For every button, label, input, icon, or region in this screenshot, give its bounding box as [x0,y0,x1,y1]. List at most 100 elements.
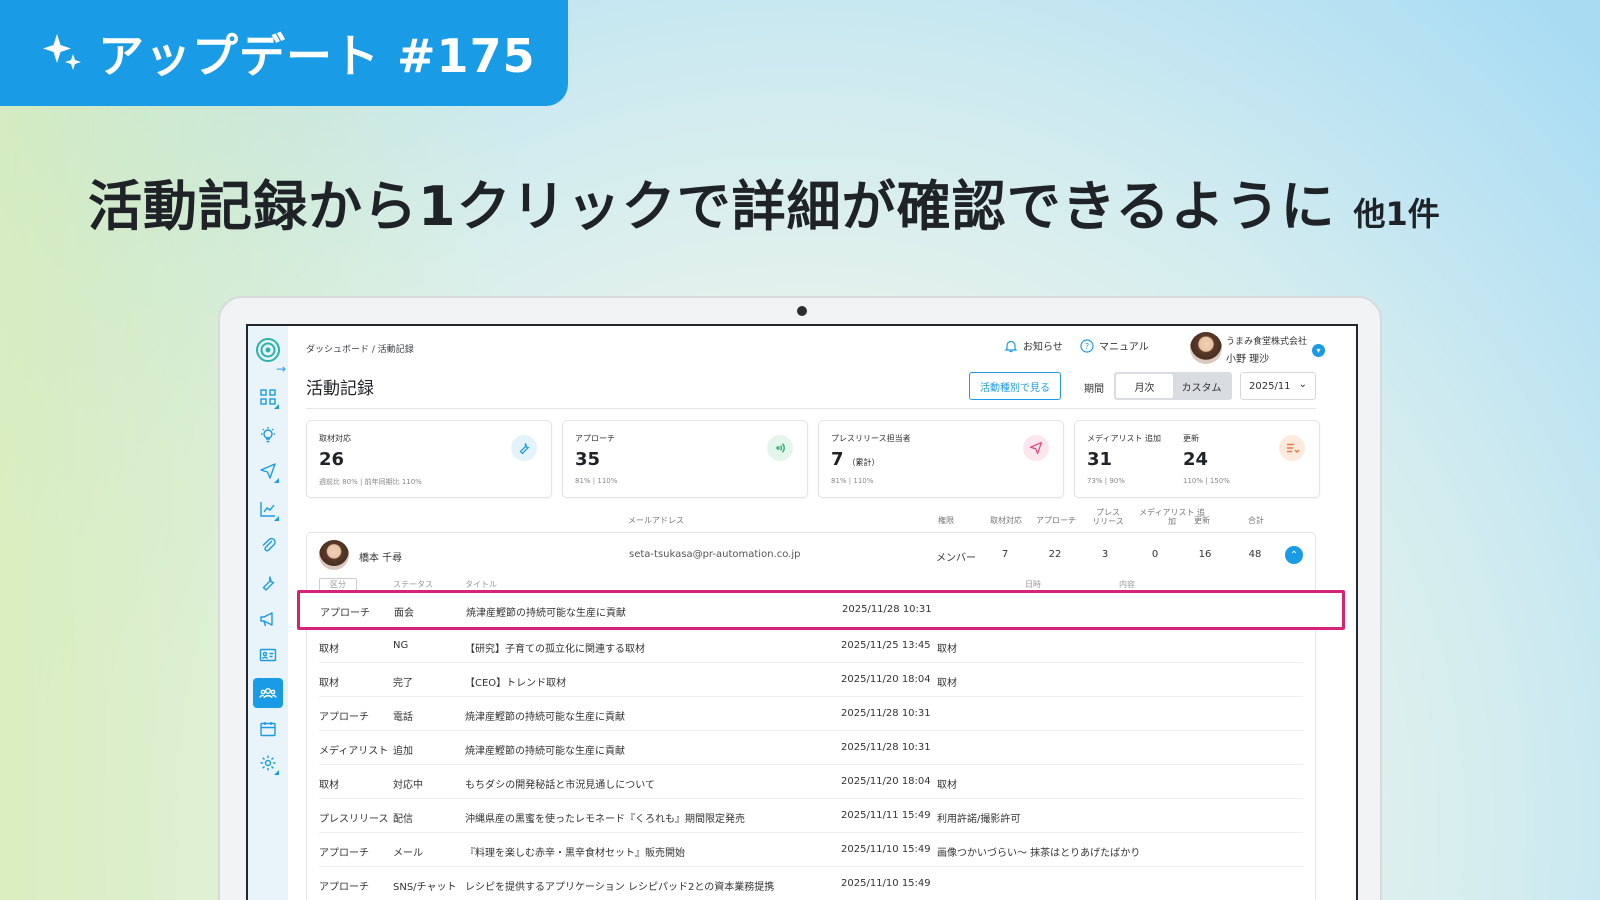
activity-row[interactable]: メディアリスト 追加 焼津産鰹節の持続可能な生産に貢献 2025/11/28 10:3… [319,731,1303,765]
col-header-datetime: 日時 [1025,580,1041,589]
member-card: 橋本 千尋 seta-tsukasa@pr-automation.co.jp メ… [306,532,1316,900]
col-header-content: 内容 [1119,580,1135,589]
sidebar-item-interviews[interactable] [253,568,283,598]
chevron-down-icon: ⌄ [1298,379,1307,390]
period-option-custom[interactable]: カスタム [1173,374,1230,398]
sidebar-item-send[interactable] [253,456,283,486]
logo-icon[interactable] [254,336,282,364]
update-badge: アップデート #175 [0,0,568,106]
col-header-update: 更新 [1194,516,1210,525]
sidebar-item-analytics[interactable] [253,494,283,524]
stat-card-approach[interactable]: アプローチ 35 81% | 110% [562,420,808,498]
stat-card-interview[interactable]: 取材対応 26 週前比 80% | 前年同期比 110% [306,420,552,498]
activity-title: 焼津産鰹節の持続可能な生産に貢献 [466,608,626,619]
member-update: 16 [1198,549,1212,560]
collapse-button[interactable]: ⌃ [1285,546,1303,564]
activity-row[interactable]: 取材 NG 【研究】子育ての孤立化に関連する取材 2025/11/25 13:45 取材 [319,629,1303,663]
sidebar-item-settings[interactable] [253,748,283,778]
activity-category: アプローチ [320,608,370,619]
help-icon: ? [1080,338,1094,353]
user-company: うまみ食堂株式会社 [1226,337,1308,347]
sidebar-item-calendar[interactable] [253,714,283,744]
col-header-email: メールアドレス [628,516,684,525]
stat-label-update: 更新 [1183,434,1199,443]
list-icon [1279,435,1305,461]
headline: 活動記録から1クリックで詳細が確認できるように 他1件 [88,162,1528,238]
member-interview: 7 [1001,549,1009,560]
headline-main: 活動記録から1クリックで詳細が確認できるように [88,175,1336,238]
stat-value: 35 [575,449,601,470]
chevron-down-icon[interactable]: ▾ [1312,344,1325,357]
headline-sub: 他1件 [1353,195,1440,233]
sidebar-item-dashboard[interactable] [253,382,283,412]
breadcrumb[interactable]: ダッシュボード / 活動記録 [306,342,414,355]
stat-compare: 73% | 90% [1087,477,1125,485]
send-icon [1023,435,1049,461]
sidebar: → [248,326,288,900]
manual-link[interactable]: ? マニュアル [1080,338,1149,353]
col-header-title: タイトル [465,580,497,589]
user-avatar [1190,332,1222,364]
page-title: 活動記録 [306,379,374,399]
clip-icon [262,537,276,552]
sparkle-icon [43,34,81,70]
stat-value: 26 [319,449,345,470]
member-press: 3 [1101,549,1109,560]
member-approach: 22 [1048,549,1062,560]
highlighted-activity-row[interactable]: アプローチ 面会 焼津産鰹節の持続可能な生産に貢献 2025/11/28 10:… [297,590,1345,630]
member-email: seta-tsukasa@pr-automation.co.jp [629,549,801,560]
wrench-icon [262,576,275,591]
member-avatar [319,540,349,570]
sidebar-item-clips[interactable] [253,530,283,560]
view-by-type-button[interactable]: 活動種別で見る [969,372,1061,400]
badge-text: アップデート #175 [98,29,536,83]
bell-icon [1004,340,1018,352]
member-media-add: 0 [1151,549,1159,560]
col-header-interview: 取材対応 [990,516,1022,525]
month-value: 2025/11 [1249,380,1291,392]
month-select[interactable]: 2025/11 ⌄ [1240,372,1316,400]
period-label: 期間 [1084,384,1104,395]
stat-label: メディアリスト 追加 [1087,434,1161,443]
signal-icon [767,435,793,461]
activity-row[interactable]: アプローチ 電話 焼津産鰹節の持続可能な生産に貢献 2025/11/28 10:31 [319,697,1303,731]
member-total: 48 [1248,549,1262,560]
stat-label: 取材対応 [319,434,351,443]
stat-compare: 81% | 110% [831,477,874,485]
stat-card-press-release[interactable]: プレスリリース担当者 7 （累計） 81% | 110% [818,420,1064,498]
activity-row[interactable]: 取材 完了 【CEO】トレンド取材 2025/11/20 18:04 取材 [319,663,1303,697]
sidebar-item-contacts[interactable] [253,640,283,670]
activity-row[interactable]: プレスリリース 配信 沖縄県産の黒蜜を使ったレモネード『くろれも』期間限定発売 202… [319,799,1303,833]
stat-compare: 81% | 110% [575,477,618,485]
activity-row[interactable]: アプローチ SNS/チャット レシピを提供するアプリケーション レシピパッド2との資… [319,867,1303,900]
user-name: 小野 理沙 [1226,354,1270,365]
period-toggle: 月次 カスタム [1114,372,1232,400]
notifications-link[interactable]: お知らせ [1004,338,1063,353]
activity-row[interactable]: アプローチ メール 『料理を楽しむ赤辛・黒辛食材セット』販売開始 2025/11/10… [319,833,1303,867]
camera-dot [797,306,807,316]
stat-compare: 週前比 80% | 前年同期比 110% [319,478,422,486]
sidebar-item-press[interactable] [253,604,283,634]
sidebar-item-ideas[interactable] [253,420,283,450]
member-name: 橋本 千尋 [359,553,403,564]
stat-card-media-list[interactable]: メディアリスト 追加 31 73% | 90% 更新 24 110% | 150… [1074,420,1320,498]
stat-label: プレスリリース担当者 [831,434,911,443]
period-option-monthly[interactable]: 月次 [1116,374,1173,398]
megaphone-icon [260,612,273,627]
activity-row[interactable]: 取材 対応中 もちダシの開発秘話と市況見通しについて 2025/11/20 18:04… [319,765,1303,799]
stat-value-update: 24 [1183,449,1209,470]
divider [306,408,1316,409]
member-row[interactable]: 橋本 千尋 seta-tsukasa@pr-automation.co.jp メ… [307,533,1317,577]
expand-sidebar-icon[interactable]: → [276,362,286,376]
wrench-icon [511,435,537,461]
col-header-press: プレス リリース [1092,508,1124,526]
stat-label: アプローチ [575,434,615,443]
col-header-approach: アプローチ [1036,516,1076,525]
idea-icon [261,427,275,443]
sidebar-item-team[interactable] [253,678,283,708]
activity-status: 面会 [394,608,414,619]
team-icon [259,687,277,699]
user-menu[interactable]: うまみ食堂株式会社 小野 理沙 ▾ [1190,330,1350,368]
activity-table-header: 区分 ステータス タイトル 日時 内容 [319,578,1309,591]
stat-value: 7 （累計） [831,449,880,470]
